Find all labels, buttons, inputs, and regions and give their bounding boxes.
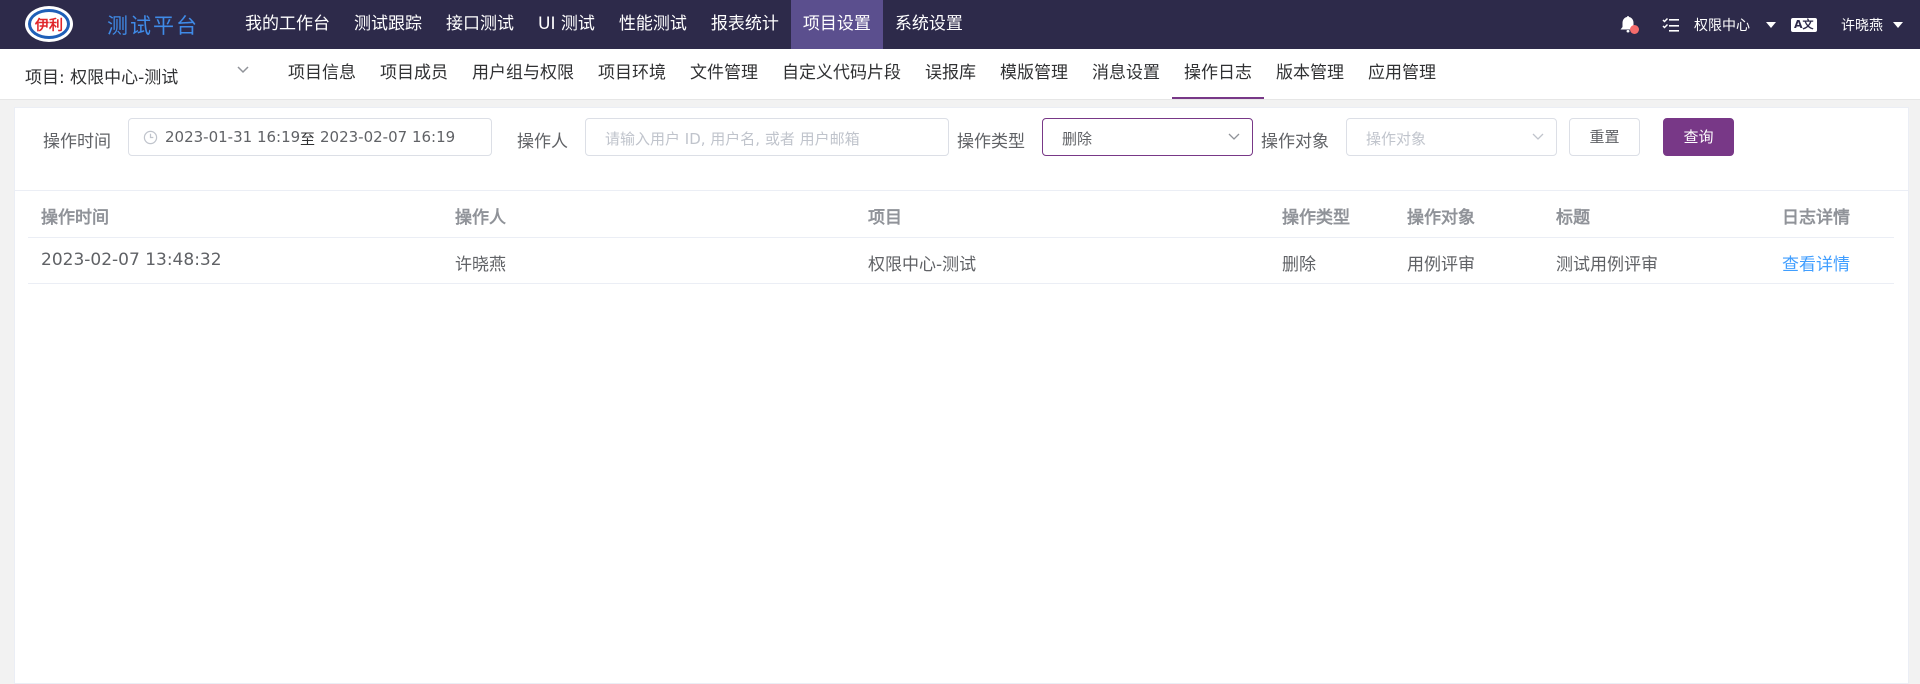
cell-operation-time: 2023-02-07 13:48:32 [41,250,222,270]
cell-operator: 许晓燕 [455,255,506,275]
header-project: 项目 [868,208,902,228]
nav-ui-test[interactable]: UI 测试 [526,0,607,49]
tab-project-env[interactable]: 项目环境 [586,49,678,97]
chevron-down-icon [1228,133,1240,140]
nav-performance-test[interactable]: 性能测试 [607,0,699,49]
query-button[interactable]: 查询 [1663,118,1734,156]
svg-text:伊利: 伊利 [34,17,63,34]
tab-file-management[interactable]: 文件管理 [678,49,770,97]
task-list-icon[interactable] [1662,0,1680,49]
tab-custom-snippets[interactable]: 自定义代码片段 [770,49,913,97]
time-range-picker[interactable]: 2023-01-31 16:19 至 2023-02-07 16:19 [128,118,492,156]
header-title: 标题 [1556,208,1590,228]
user-name: 许晓燕 [1841,17,1883,34]
operator-input[interactable]: 请输入用户 ID, 用户名, 或者 用户邮箱 [585,118,949,156]
workspace-switcher[interactable]: 权限中心 [1694,0,1776,49]
tab-project-members[interactable]: 项目成员 [368,49,460,97]
tab-false-positive[interactable]: 误报库 [913,49,988,97]
cell-operation-type: 删除 [1282,255,1316,275]
time-separator: 至 [300,130,316,148]
operation-log-panel: 操作时间 2023-01-31 16:19 至 2023-02-07 16:19… [14,107,1909,684]
header-operation-object: 操作对象 [1407,208,1475,228]
project-settings-subnav: 项目: 权限中心-测试 项目信息 项目成员 用户组与权限 项目环境 文件管理 自… [0,49,1920,100]
reset-button[interactable]: 重置 [1569,118,1640,156]
nav-test-tracking[interactable]: 测试跟踪 [342,0,434,49]
nav-my-workbench[interactable]: 我的工作台 [233,0,342,49]
header-log-detail: 日志详情 [1782,208,1850,228]
clock-icon [143,130,158,145]
filter-bar: 操作时间 2023-01-31 16:19 至 2023-02-07 16:19… [15,108,1908,191]
tab-app-management[interactable]: 应用管理 [1356,49,1448,97]
time-end[interactable]: 2023-02-07 16:19 [320,128,455,146]
project-selector[interactable]: 项目: 权限中心-测试 [25,63,178,88]
time-label: 操作时间 [43,132,111,152]
tab-version-management[interactable]: 版本管理 [1264,49,1356,97]
user-menu[interactable]: 许晓燕 [1841,0,1903,49]
workspace-name: 权限中心 [1694,17,1750,34]
tab-templates[interactable]: 模版管理 [988,49,1080,97]
view-details-link[interactable]: 查看详情 [1782,250,1850,275]
nav-system-settings[interactable]: 系统设置 [883,0,975,49]
cell-title: 测试用例评审 [1556,255,1658,275]
notification-bell-icon[interactable] [1618,0,1640,49]
nav-report-stats[interactable]: 报表统计 [699,0,791,49]
caret-down-icon [1766,21,1776,28]
tab-user-groups[interactable]: 用户组与权限 [460,49,586,97]
top-navbar: 伊利 测试平台 我的工作台 测试跟踪 接口测试 UI 测试 性能测试 报表统计 … [0,0,1920,49]
table-row: 2023-02-07 13:48:32 许晓燕 权限中心-测试 删除 用例评审 … [28,237,1894,284]
tab-operation-log[interactable]: 操作日志 [1172,49,1264,99]
operator-label: 操作人 [517,132,568,152]
operation-type-label: 操作类型 [957,132,1025,152]
chevron-down-icon [1532,133,1544,140]
header-operation-type: 操作类型 [1282,208,1350,228]
caret-down-icon [1893,21,1903,28]
nav-project-settings[interactable]: 项目设置 [790,0,883,49]
header-operation-time[interactable]: 操作时间 [41,203,109,228]
language-icon[interactable]: A文 [1791,0,1817,49]
chevron-down-icon[interactable] [236,65,250,75]
operation-object-label: 操作对象 [1261,132,1329,152]
operation-object-select[interactable]: 操作对象 [1346,118,1557,156]
tab-message-settings[interactable]: 消息设置 [1080,49,1172,97]
tab-project-info[interactable]: 项目信息 [276,49,368,97]
log-table-header: 操作时间 操作人 项目 操作类型 操作对象 标题 日志详情 [28,190,1894,238]
cell-operation-object: 用例评审 [1407,255,1475,275]
yili-logo[interactable]: 伊利 [24,4,74,44]
operation-type-select[interactable]: 删除 [1042,118,1253,156]
cell-project: 权限中心-测试 [868,255,977,275]
subnav-tabs: 项目信息 项目成员 用户组与权限 项目环境 文件管理 自定义代码片段 误报库 模… [276,49,1448,99]
platform-title: 测试平台 [107,14,199,38]
header-operator: 操作人 [455,208,506,228]
time-start[interactable]: 2023-01-31 16:19 [165,128,300,146]
main-nav: 我的工作台 测试跟踪 接口测试 UI 测试 性能测试 报表统计 项目设置 系统设… [233,0,975,49]
nav-api-test[interactable]: 接口测试 [434,0,526,49]
